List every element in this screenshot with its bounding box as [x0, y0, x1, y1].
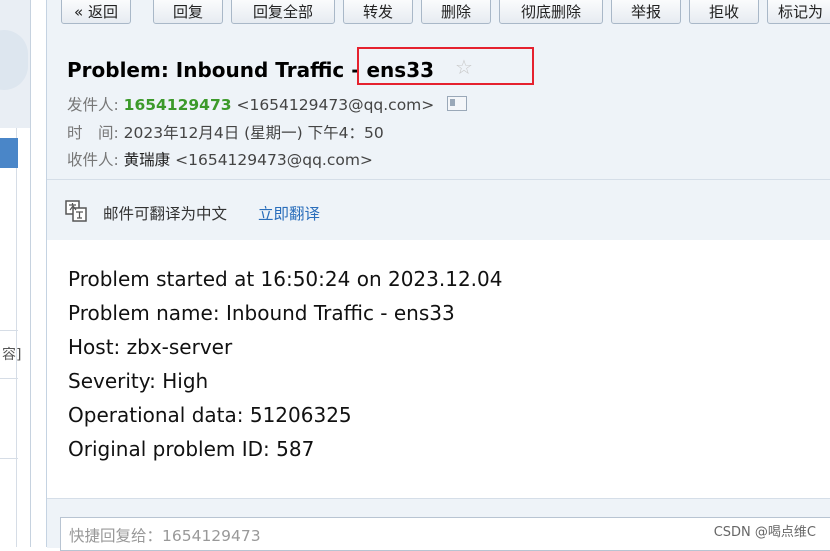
sidebar-logo-shape	[0, 30, 28, 90]
left-sidebar: 容]	[0, 0, 31, 547]
time-label: 时 间:	[67, 124, 119, 142]
body-line: Problem name: Inbound Traffic - ens33	[68, 301, 455, 325]
recipient-row: 收件人: 黄瑞康 <1654129473@qq.com>	[67, 148, 373, 170]
delete-button[interactable]: 删除	[421, 0, 491, 24]
sidebar-item-fragment: 容]	[2, 347, 22, 363]
body-line: Original problem ID: 587	[68, 437, 315, 461]
highlight-box	[357, 47, 534, 85]
sidebar-selected-item[interactable]	[0, 138, 18, 168]
reply-all-button[interactable]: 回复全部	[231, 0, 335, 24]
sender-label: 发件人:	[67, 96, 119, 114]
reply-button[interactable]: 回复	[153, 0, 223, 24]
report-button[interactable]: 举报	[611, 0, 681, 24]
sidebar-list-area	[0, 128, 30, 547]
recipient-address: <1654129473@qq.com>	[175, 151, 373, 169]
forward-button[interactable]: 转发	[343, 0, 413, 24]
mail-body: Problem started at 16:50:24 on 2023.12.0…	[47, 240, 830, 498]
translate-bar: 邮件可翻译为中文 立即翻译	[47, 179, 830, 241]
quick-reply-area: 快捷回复给：1654129473	[47, 498, 830, 551]
translate-now-link[interactable]: 立即翻译	[258, 202, 320, 224]
reject-button[interactable]: 拒收	[689, 0, 759, 24]
mark-as-button[interactable]: 标记为	[767, 0, 830, 24]
sender-row: 发件人: 1654129473 <1654129473@qq.com>	[67, 93, 468, 115]
body-line: Severity: High	[68, 369, 209, 393]
watermark: CSDN @喝点维C	[713, 525, 816, 540]
sender-address: <1654129473@qq.com>	[236, 96, 435, 114]
mail-toolbar: « 返回 回复 回复全部 转发 删除 彻底删除 举报 拒收 标记为	[47, 0, 830, 38]
body-line: Problem started at 16:50:24 on 2023.12.0…	[68, 267, 503, 291]
translate-icon	[65, 200, 87, 222]
time-value: 2023年12月4日 (星期一) 下午4：50	[123, 124, 384, 142]
time-row: 时 间: 2023年12月4日 (星期一) 下午4：50	[67, 121, 384, 143]
contact-card-icon[interactable]	[447, 96, 468, 111]
translate-notice: 邮件可翻译为中文	[103, 205, 228, 223]
body-line: Host: zbx-server	[68, 335, 233, 359]
recipient-name[interactable]: 黄瑞康	[124, 151, 171, 169]
body-line: Operational data: 51206325	[68, 403, 352, 427]
back-button[interactable]: « 返回	[61, 0, 131, 24]
delete-permanently-button[interactable]: 彻底删除	[499, 0, 603, 24]
recipient-label: 收件人:	[67, 151, 119, 169]
sender-name[interactable]: 1654129473	[124, 96, 232, 114]
